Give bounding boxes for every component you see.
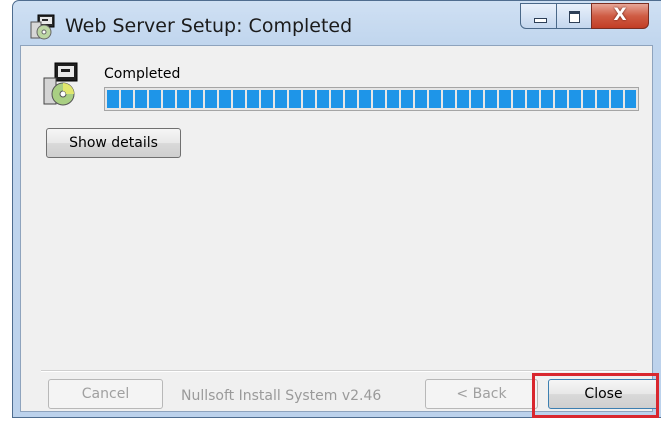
close-icon: X (613, 5, 627, 25)
cancel-button[interactable]: Cancel (48, 379, 163, 409)
back-button[interactable]: < Back (425, 379, 538, 409)
maximize-icon (569, 11, 580, 23)
installer-icon (30, 14, 55, 40)
minimize-button[interactable] (520, 3, 557, 29)
footer-divider (41, 370, 637, 372)
status-label: Completed (104, 66, 181, 82)
window-close-button[interactable]: X (591, 3, 649, 29)
maximize-button[interactable] (556, 3, 592, 29)
progress-installer-icon (43, 62, 78, 106)
title-bar[interactable]: Web Server Setup: Completed X (13, 1, 661, 45)
progress-bar (104, 87, 639, 111)
show-details-button[interactable]: Show details (46, 128, 181, 158)
installer-window: Web Server Setup: Completed X Completed … (12, 0, 661, 418)
window-title: Web Server Setup: Completed (65, 15, 353, 37)
close-button-highlight (532, 373, 659, 418)
installer-branding: Nullsoft Install System v2.46 (181, 388, 382, 404)
minimize-icon (534, 18, 547, 23)
client-area: Completed Show details Cancel Nullsoft I… (20, 45, 659, 412)
screenshot: Web Server Setup: Completed X Completed … (0, 0, 661, 430)
progress-fill (107, 90, 636, 108)
